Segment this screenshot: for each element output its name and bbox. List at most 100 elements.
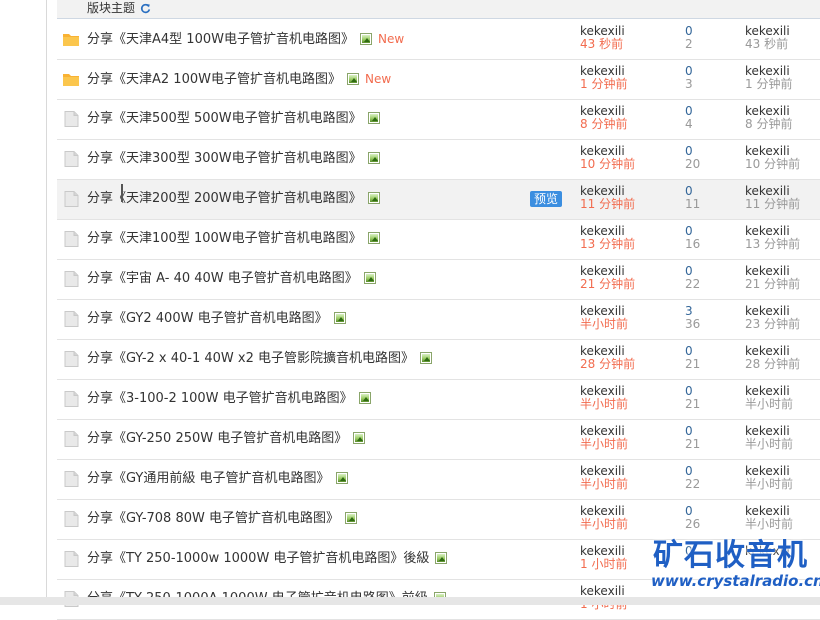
thread-row[interactable]: 分享《天津A4型 100W电子管扩音机电路图》 New kekexili 43 秒前 0… xyxy=(57,20,820,60)
author-name[interactable]: kekexili xyxy=(580,104,625,118)
last-author-name[interactable]: kekexili xyxy=(745,424,790,438)
thread-title-link[interactable]: 分享《宇宙 A- 40 40W 电子管扩音机电路图》 xyxy=(87,271,358,286)
document-icon xyxy=(64,151,79,167)
post-time: 半小时前 xyxy=(580,517,629,531)
thread-title-link[interactable]: 分享《天津100型 100W电子管扩音机电路图》 xyxy=(87,231,362,246)
author-cell: kekexili 28 分钟前 xyxy=(580,345,635,371)
thread-title-link[interactable]: 分享《天津200型 200W电子管扩音机电路图》 xyxy=(87,191,362,206)
last-author-name[interactable]: kekexili xyxy=(745,304,790,318)
last-post-cell: kekexili 21 分钟前 xyxy=(745,265,800,291)
author-name[interactable]: kekexili xyxy=(580,544,625,558)
thread-title-link[interactable]: 分享《天津A4型 100W电子管扩音机电路图》 xyxy=(87,32,354,47)
thread-row[interactable]: 分享《天津A2 100W电子管扩音机电路图》 New kekexili 1 分钟前 0 3… xyxy=(57,60,820,100)
last-post-time: 半小时前 xyxy=(745,517,794,531)
last-author-name[interactable]: kekexili xyxy=(745,384,790,398)
thread-row[interactable]: 分享《天津100型 100W电子管扩音机电路图》 kekexili 13 分钟前 0 1… xyxy=(57,220,820,260)
thread-row[interactable]: 分享《天津200型 200W电子管扩音机电路图》 预览 kekexili 11 分钟前… xyxy=(57,180,820,220)
preview-button[interactable]: 预览 xyxy=(530,191,563,207)
last-author-name[interactable]: kekexili xyxy=(745,504,790,518)
author-name[interactable]: kekexili xyxy=(580,384,625,398)
thread-title-link[interactable]: 分享《3-100-2 100W 电子管扩音机电路图》 xyxy=(87,391,353,406)
view-count: 26 xyxy=(685,517,701,531)
last-post-cell: kekexili 13 分钟前 xyxy=(745,225,800,251)
last-author-name[interactable]: kekexili xyxy=(745,344,790,358)
author-cell: kekexili 8 分钟前 xyxy=(580,105,627,131)
author-name[interactable]: kekexili xyxy=(580,584,625,598)
image-attachment-icon xyxy=(367,192,380,204)
author-cell: kekexili1 小时前 xyxy=(580,545,627,571)
author-name[interactable]: kekexili xyxy=(580,464,625,478)
post-time: 10 分钟前 xyxy=(580,157,636,171)
thread-title-cell: 分享《天津A2 100W电子管扩音机电路图》 New xyxy=(87,71,391,88)
thread-title-link[interactable]: 分享《天津500型 500W电子管扩音机电路图》 xyxy=(87,111,362,126)
stats-cell: 0 26 xyxy=(685,505,700,531)
thread-row[interactable]: 分享《TY 250-1000w 1000W 电子管扩音机电路图》後級 kekexi… xyxy=(57,540,820,580)
stats-cell: 0 21 xyxy=(685,425,700,451)
author-name[interactable]: kekexili xyxy=(580,144,625,158)
thread-title-cell: 分享《宇宙 A- 40 40W 电子管扩音机电路图》 xyxy=(87,271,376,287)
last-author-name[interactable]: kekexili xyxy=(745,544,790,558)
author-cell: kekexili 半小时前 xyxy=(580,425,628,451)
last-author-name[interactable]: kekexili xyxy=(745,144,790,158)
last-author-name[interactable]: kekexili xyxy=(745,184,790,198)
author-name[interactable]: kekexili xyxy=(580,184,625,198)
thread-row[interactable]: 分享《GY-2 x 40-1 40W x2 电子管影院擴音机电路图》 kekexi… xyxy=(57,340,820,380)
last-post-time: 28 分钟前 xyxy=(745,357,801,371)
author-cell: kekexili 43 秒前 xyxy=(580,25,625,51)
image-attachment-icon xyxy=(358,392,371,404)
last-author-name[interactable]: kekexili xyxy=(745,104,790,118)
author-cell: kekexili 21 分钟前 xyxy=(580,265,635,291)
author-name[interactable]: kekexili xyxy=(580,504,625,518)
view-count: 11 xyxy=(685,197,701,211)
author-cell: kekexili 半小时前 xyxy=(580,505,628,531)
section-title: 版块主题 xyxy=(87,1,136,15)
last-post-cell: kekexili xyxy=(745,545,790,558)
author-name[interactable]: kekexili xyxy=(580,264,625,278)
thread-title-cell: 分享《GY2 400W 电子管扩音机电路图》 xyxy=(87,311,346,327)
refresh-icon[interactable] xyxy=(140,3,151,14)
thread-row[interactable]: 分享《GY-250 250W 电子管扩音机电路图》 kekexili 半小时前 0 21… xyxy=(57,420,820,460)
thread-row[interactable]: 分享《GY通用前級 电子管扩音机电路图》 kekexili 半小时前 0 22 kekex… xyxy=(57,460,820,500)
document-icon xyxy=(64,191,79,207)
author-name[interactable]: kekexili xyxy=(580,424,625,438)
author-cell: kekexili 半小时前 xyxy=(580,465,628,491)
horizontal-scrollbar[interactable] xyxy=(0,597,820,605)
thread-title-link[interactable]: 分享《GY通用前級 电子管扩音机电路图》 xyxy=(87,471,330,486)
last-post-cell: kekexili 半小时前 xyxy=(745,425,793,451)
last-post-time: 43 秒前 xyxy=(745,37,789,51)
author-name[interactable]: kekexili xyxy=(580,224,625,238)
thread-row[interactable]: 分享《3-100-2 100W 电子管扩音机电路图》 kekexili 半小时前 0 2… xyxy=(57,380,820,420)
author-name[interactable]: kekexili xyxy=(580,24,625,38)
author-name[interactable]: kekexili xyxy=(580,344,625,358)
author-cell: kekexili 1 分钟前 xyxy=(580,65,627,91)
stats-cell: 02 xyxy=(685,25,693,51)
post-time: 13 分钟前 xyxy=(580,237,636,251)
stats-cell: 0 21 xyxy=(685,385,700,411)
thread-title-link[interactable]: 分享《TY 250-1000w 1000W 电子管扩音机电路图》後級 xyxy=(87,551,429,566)
stats-cell: 04 xyxy=(685,105,693,131)
thread-row[interactable]: 分享《GY2 400W 电子管扩音机电路图》 kekexili 半小时前 3 36 kek… xyxy=(57,300,820,340)
stats-cell: 0 11 xyxy=(685,185,700,211)
author-name[interactable]: kekexili xyxy=(580,304,625,318)
last-author-name[interactable]: kekexili xyxy=(745,224,790,238)
last-post-cell: kekexili 10 分钟前 xyxy=(745,145,800,171)
author-cell: kekexili 11 分钟前 xyxy=(580,185,635,211)
document-icon xyxy=(64,431,79,447)
thread-row[interactable]: 分享《宇宙 A- 40 40W 电子管扩音机电路图》 kekexili 21 分钟前… xyxy=(57,260,820,300)
view-count: 21 xyxy=(685,437,701,451)
last-author-name[interactable]: kekexili xyxy=(745,264,790,278)
thread-title-link[interactable]: 分享《GY-250 250W 电子管扩音机电路图》 xyxy=(87,431,347,446)
thread-title-link[interactable]: 分享《天津A2 100W电子管扩音机电路图》 xyxy=(87,72,341,87)
thread-title-link[interactable]: 分享《GY-708 80W 电子管扩音机电路图》 xyxy=(87,511,339,526)
last-post-cell: kekexili 11 分钟前 xyxy=(745,185,800,211)
last-author-name[interactable]: kekexili xyxy=(745,64,790,78)
last-author-name[interactable]: kekexili xyxy=(745,464,790,478)
thread-row[interactable]: 分享《天津300型 300W电子管扩音机电路图》 kekexili 10 分钟前 0 2… xyxy=(57,140,820,180)
thread-row[interactable]: 分享《天津500型 500W电子管扩音机电路图》 kekexili 8 分钟前 0 4 k… xyxy=(57,100,820,140)
thread-row[interactable]: 分享《GY-708 80W 电子管扩音机电路图》 kekexili 半小时前 0 26 k… xyxy=(57,500,820,540)
thread-title-link[interactable]: 分享《天津300型 300W电子管扩音机电路图》 xyxy=(87,151,362,166)
thread-title-link[interactable]: 分享《GY-2 x 40-1 40W x2 电子管影院擴音机电路图》 xyxy=(87,351,414,366)
last-author-name[interactable]: kekexili xyxy=(745,24,790,38)
thread-title-link[interactable]: 分享《GY2 400W 电子管扩音机电路图》 xyxy=(87,311,328,326)
author-name[interactable]: kekexili xyxy=(580,64,625,78)
